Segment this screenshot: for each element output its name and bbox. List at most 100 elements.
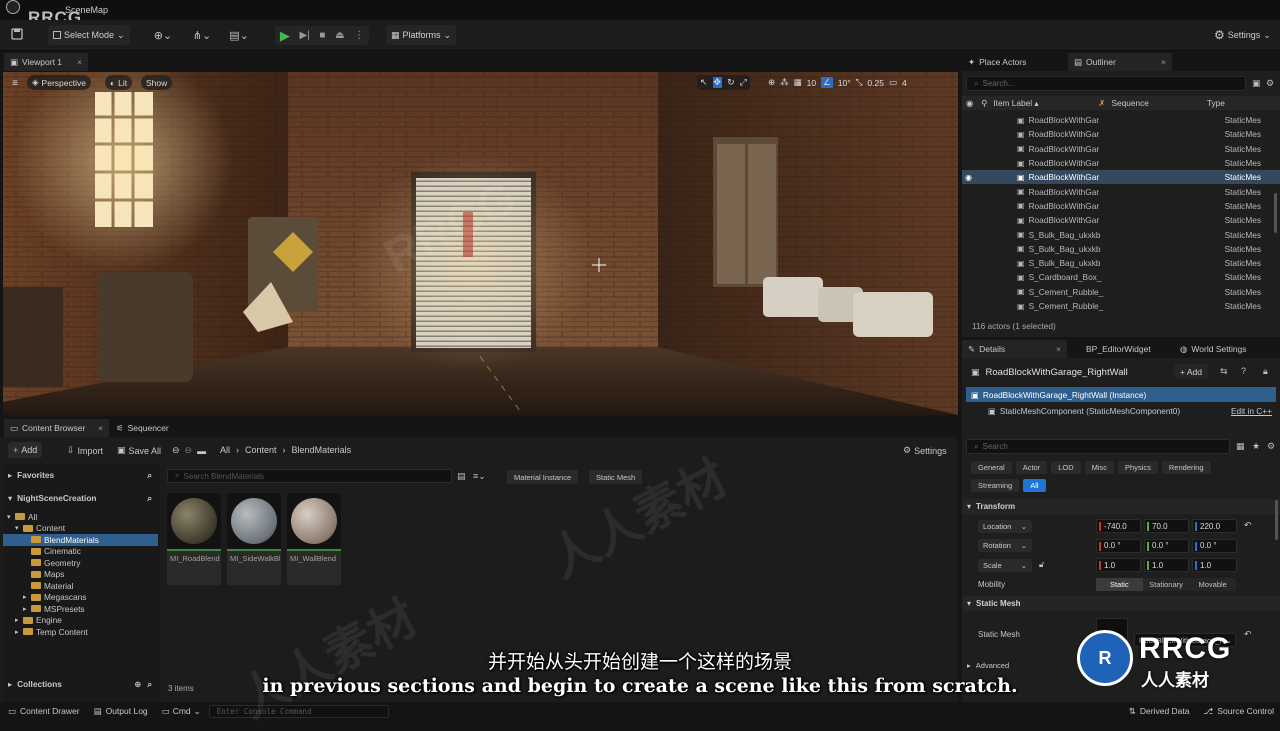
outliner-row[interactable]: ▣ RoadBlockWithGar StaticMes: [962, 142, 1280, 156]
rotation-y-field[interactable]: 0.0 °: [1144, 538, 1189, 553]
eject-icon[interactable]: ⏏: [335, 30, 344, 41]
tree-folder-item[interactable]: Geometry: [3, 557, 158, 569]
step-icon[interactable]: ▶|: [299, 30, 309, 41]
unreal-logo-icon[interactable]: [6, 0, 20, 14]
asset-search-input[interactable]: ⌕ Search BlendMaterials: [167, 469, 452, 483]
chevron-right-icon[interactable]: ▸: [23, 605, 31, 613]
asset-tile[interactable]: MI_RoadBlend: [167, 493, 221, 585]
chevron-right-icon[interactable]: ▸: [23, 593, 31, 601]
favorite-icon[interactable]: ★: [1252, 441, 1260, 452]
close-icon[interactable]: ×: [98, 423, 103, 433]
chevron-right-icon[interactable]: ▸: [15, 616, 23, 624]
visibility-icon[interactable]: ◉: [965, 173, 981, 182]
scale-snap-value[interactable]: 0.25: [867, 78, 884, 88]
show-button[interactable]: Show: [141, 75, 173, 90]
asset-tile[interactable]: MI_SideWalkBlend: [227, 493, 281, 585]
filter-physics[interactable]: Physics: [1118, 461, 1158, 474]
column-type[interactable]: Type: [1207, 98, 1225, 108]
console-input[interactable]: Enter Console Command: [208, 704, 389, 718]
derived-data-button[interactable]: ⇅ Derived Data: [1129, 706, 1190, 717]
add-folder-icon[interactable]: ▣: [1252, 78, 1261, 89]
scale-x-field[interactable]: 1.0: [1096, 558, 1141, 572]
location-z-field[interactable]: 220.0: [1192, 519, 1237, 533]
tree-folder-item[interactable]: ▸ Engine: [3, 615, 158, 627]
tree-folder-item[interactable]: ▸ MSPresets: [3, 603, 158, 615]
content-settings-button[interactable]: ⚙ Settings: [903, 445, 947, 456]
tree-folder-item[interactable]: Cinematic: [3, 546, 158, 558]
outliner-scrollbar[interactable]: [1274, 193, 1277, 233]
rotation-z-field[interactable]: 0.0 °: [1192, 538, 1237, 553]
grid-snap-icon[interactable]: ▦: [794, 77, 802, 88]
outliner-row[interactable]: ▣ S_Cement_Rubble_ StaticMes: [962, 285, 1280, 299]
source-control-button[interactable]: ⎇ Source Control: [1204, 706, 1275, 717]
camera-speed-icon[interactable]: ▭: [889, 77, 897, 88]
tree-folder-item[interactable]: Material: [3, 580, 158, 592]
chevron-down-icon[interactable]: ▾: [15, 524, 23, 532]
static-mesh-section-header[interactable]: ▾ Static Mesh: [962, 596, 1280, 611]
outliner-row[interactable]: ◉ ▣ RoadBlockWithGar StaticMes: [962, 170, 1280, 185]
select-tool-icon[interactable]: ↖: [700, 77, 708, 88]
tree-folder-item[interactable]: ▸ Megascans: [3, 592, 158, 604]
rotation-mode-dropdown[interactable]: Rotation ⌄: [978, 539, 1032, 552]
breadcrumb-blendmaterials[interactable]: BlendMaterials: [292, 445, 352, 455]
visibility-icon[interactable]: ◉: [966, 98, 973, 108]
outliner-settings-icon[interactable]: ⚙: [1266, 78, 1274, 89]
back-icon[interactable]: ⊖: [172, 445, 180, 456]
import-button[interactable]: ⇩ Import: [67, 445, 103, 456]
reset-icon[interactable]: ↶: [1244, 520, 1252, 531]
outliner-row[interactable]: ▣ S_Bulk_Bag_ukxkb StaticMes: [962, 256, 1280, 270]
column-sequence[interactable]: Sequence: [1112, 98, 1149, 108]
filter-chip-material-instance[interactable]: Material Instance: [507, 470, 579, 484]
column-item-label[interactable]: Item Label ▴: [993, 98, 1038, 108]
platforms-dropdown[interactable]: ▦ Platforms ⌄: [386, 25, 456, 45]
filter-all[interactable]: All: [1023, 479, 1046, 492]
cmd-dropdown[interactable]: ▭ Cmd ⌄: [162, 706, 201, 717]
mobility-option-static[interactable]: Static: [1096, 578, 1143, 591]
surface-snap-icon[interactable]: ⁂: [780, 77, 789, 88]
tab-outliner[interactable]: ▤ Outliner ×: [1068, 53, 1172, 71]
tree-folder-item[interactable]: ▾ Content: [3, 523, 158, 535]
filter-rendering[interactable]: Rendering: [1161, 461, 1211, 474]
close-icon[interactable]: ×: [1056, 344, 1061, 354]
breadcrumb-all[interactable]: All: [220, 445, 230, 455]
save-search-icon[interactable]: ▤: [457, 471, 466, 482]
asset-tile[interactable]: MI_WallBlend: [287, 493, 341, 585]
outliner-row[interactable]: ▣ RoadBlockWithGar StaticMes: [962, 156, 1280, 170]
chevron-right-icon[interactable]: ▸: [15, 628, 23, 636]
angle-snap-value[interactable]: 10°: [838, 78, 851, 88]
tab-details[interactable]: ✎ Details ×: [962, 340, 1067, 358]
more-options-icon[interactable]: ⋮: [354, 30, 364, 41]
filter-general[interactable]: General: [971, 461, 1012, 474]
scale-tool-icon[interactable]: ⤢: [740, 77, 747, 88]
outliner-row[interactable]: ▣ RoadBlockWithGar StaticMes: [962, 127, 1280, 141]
filter-actor[interactable]: Actor: [1015, 461, 1048, 474]
location-mode-dropdown[interactable]: Location ⌄: [978, 519, 1032, 533]
forward-icon[interactable]: ⊖: [185, 445, 193, 456]
component-root-row[interactable]: ▣ RoadBlockWithGarage_RightWall (Instanc…: [966, 387, 1276, 402]
pin-icon[interactable]: ⚲: [981, 98, 987, 108]
filter-streaming[interactable]: Streaming: [971, 479, 1020, 492]
transform-section-header[interactable]: ▾ Transform: [962, 499, 1280, 514]
outliner-row[interactable]: ▣ RoadBlockWithGar StaticMes: [962, 213, 1280, 227]
outliner-row[interactable]: ▣ S_Cardboard_Box_ StaticMes: [962, 270, 1280, 284]
add-component-button[interactable]: + Add: [1174, 364, 1208, 379]
level-viewport[interactable]: ≡ ◈ Perspective ◐ Lit Show ↖ ✥ ↻ ⤢ ⊕ ⁂ ▦…: [3, 72, 958, 415]
mobility-option-movable[interactable]: Movable: [1189, 578, 1236, 591]
lock-icon[interactable]: 🔒︎: [1263, 366, 1268, 377]
filter-misc[interactable]: Misc: [1084, 461, 1115, 474]
tab-sequencer[interactable]: ⚟ Sequencer: [110, 419, 190, 437]
angle-snap-icon[interactable]: ∠: [821, 77, 833, 88]
tree-folder-item[interactable]: ▸ Temp Content: [3, 626, 158, 638]
cinematics-icon[interactable]: ▤⌄: [226, 28, 252, 42]
save-all-button[interactable]: ▣ Save All: [117, 445, 161, 456]
close-icon[interactable]: ×: [1161, 57, 1166, 67]
outliner-row[interactable]: ▣ RoadBlockWithGar StaticMes: [962, 113, 1280, 127]
location-y-field[interactable]: 70.0: [1144, 519, 1189, 533]
blueprint-add-icon[interactable]: ⇆: [1220, 366, 1228, 377]
close-icon[interactable]: ×: [77, 57, 82, 67]
outliner-row[interactable]: ▣ S_Cement_Rubble_ StaticMes: [962, 299, 1280, 313]
location-x-field[interactable]: -740.0: [1096, 519, 1141, 533]
rotation-x-field[interactable]: 0.0 °: [1096, 538, 1141, 553]
output-log-button[interactable]: ▤ Output Log: [94, 706, 148, 717]
outliner-row[interactable]: ▣ RoadBlockWithGar StaticMes: [962, 199, 1280, 213]
